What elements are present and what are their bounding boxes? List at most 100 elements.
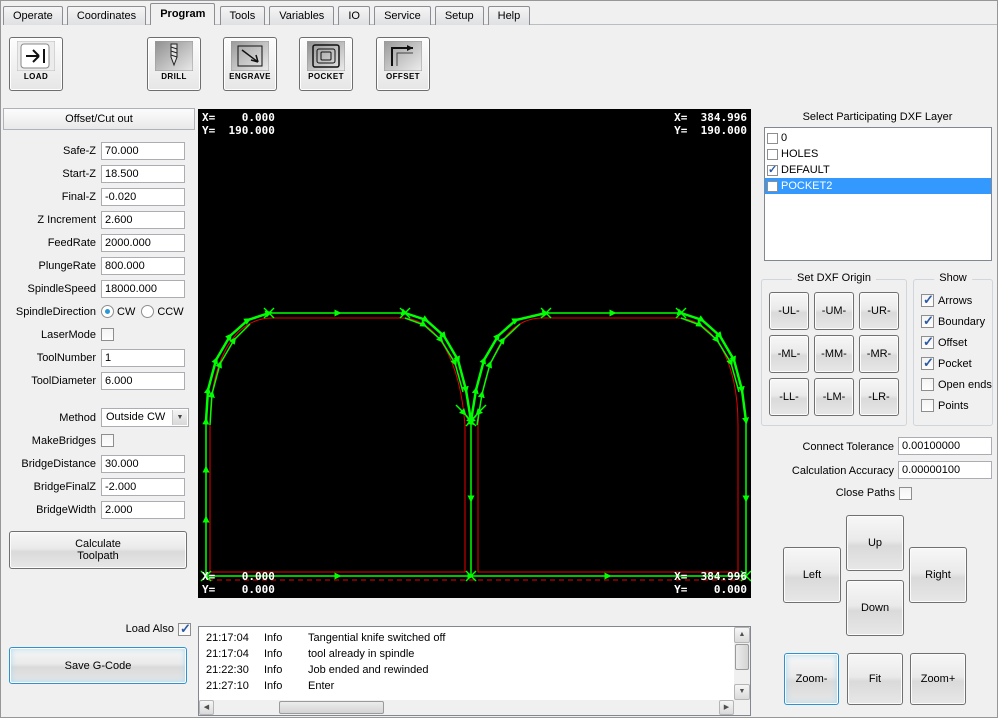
origin-mr-button[interactable]: -MR- [859, 335, 899, 373]
safe-z-label: Safe-Z [1, 145, 101, 157]
show-group-title: Show [934, 272, 972, 284]
bridgefinalz-row: BridgeFinalZ [1, 475, 197, 498]
layer-default-checkbox[interactable] [767, 165, 778, 176]
make-bridges-label: MakeBridges [1, 435, 101, 447]
laser-mode-row: LaserMode [1, 323, 197, 346]
scroll-right-icon[interactable]: ▶ [719, 700, 734, 715]
cw-radio[interactable] [101, 305, 114, 318]
show-arrows-checkbox[interactable] [921, 294, 934, 307]
horizontal-scroll-thumb[interactable] [279, 701, 384, 714]
z-increment-input[interactable] [101, 211, 185, 229]
bridgefinalz-input[interactable] [101, 478, 185, 496]
show-boundary-checkbox[interactable] [921, 315, 934, 328]
scroll-up-icon[interactable]: ▲ [734, 627, 750, 643]
tab-program[interactable]: Program [150, 3, 215, 25]
layer-row-default[interactable]: DEFAULT [765, 162, 991, 178]
plungerate-row: PlungeRate [1, 254, 197, 277]
preview-canvas[interactable]: X= 0.000Y= 190.000 X= 384.996Y= 190.000 … [198, 109, 751, 598]
layer-holes-checkbox[interactable] [767, 149, 778, 160]
laser-mode-checkbox[interactable] [101, 328, 114, 341]
start-z-input[interactable] [101, 165, 185, 183]
origin-um-button[interactable]: -UM- [814, 292, 854, 330]
origin-lr-button[interactable]: -LR- [859, 378, 899, 416]
plungerate-input[interactable] [101, 257, 185, 275]
origin-lm-button[interactable]: -LM- [814, 378, 854, 416]
tooldiameter-input[interactable] [101, 372, 185, 390]
scroll-left-icon[interactable]: ◀ [199, 700, 214, 715]
show-open-ends-row: Open ends [921, 374, 992, 395]
fit-button[interactable]: Fit [847, 653, 903, 705]
laser-mode-label: LaserMode [1, 329, 101, 341]
toolnumber-input[interactable] [101, 349, 185, 367]
tab-variables[interactable]: Variables [269, 6, 334, 25]
show-open-ends-checkbox[interactable] [921, 378, 934, 391]
origin-ml-button[interactable]: -ML- [769, 335, 809, 373]
offset-icon [384, 41, 422, 71]
pan-down-button[interactable]: Down [846, 580, 904, 636]
show-arrows-row: Arrows [921, 290, 992, 311]
vertical-scroll-thumb[interactable] [735, 644, 749, 670]
layer-row-pocket2[interactable]: POCKET2 [765, 178, 991, 194]
tab-help[interactable]: Help [488, 6, 531, 25]
tab-coordinates[interactable]: Coordinates [67, 6, 146, 25]
pan-left-button[interactable]: Left [783, 547, 841, 603]
log-message: Enter [308, 678, 733, 694]
drill-button[interactable]: DRILL [147, 37, 201, 91]
bridgefinalz-label: BridgeFinalZ [1, 481, 101, 493]
pan-right-button[interactable]: Right [909, 547, 967, 603]
origin-ul-button[interactable]: -UL- [769, 292, 809, 330]
origin-mm-button[interactable]: -MM- [814, 335, 854, 373]
engrave-button-label: ENGRAVE [229, 72, 271, 81]
chevron-down-icon[interactable]: ▼ [172, 410, 187, 425]
coord-top-right: X= 384.996Y= 190.000 [674, 111, 747, 137]
load-also-checkbox[interactable] [178, 623, 191, 636]
layer-row-holes[interactable]: HOLES [765, 146, 991, 162]
z-increment-label: Z Increment [1, 214, 101, 226]
tab-service[interactable]: Service [374, 6, 431, 25]
calculate-toolpath-button[interactable]: Calculate Toolpath [9, 531, 187, 569]
show-offset-checkbox[interactable] [921, 336, 934, 349]
zoom-in-button[interactable]: Zoom+ [910, 653, 966, 705]
origin-ur-button[interactable]: -UR- [859, 292, 899, 330]
zoom-out-button[interactable]: Zoom- [784, 653, 839, 705]
feedrate-input[interactable] [101, 234, 185, 252]
tab-setup[interactable]: Setup [435, 6, 484, 25]
engrave-button[interactable]: ENGRAVE [223, 37, 277, 91]
origin-ll-button[interactable]: -LL- [769, 378, 809, 416]
plungerate-label: PlungeRate [1, 260, 101, 272]
offset-button[interactable]: OFFSET [376, 37, 430, 91]
load-button[interactable]: LOAD [9, 37, 63, 91]
toolpath-svg [198, 109, 751, 598]
tab-io[interactable]: IO [338, 6, 370, 25]
safe-z-input[interactable] [101, 142, 185, 160]
pan-up-button[interactable]: Up [846, 515, 904, 571]
bridgedistance-input[interactable] [101, 455, 185, 473]
make-bridges-checkbox[interactable] [101, 434, 114, 447]
tab-operate[interactable]: Operate [3, 6, 63, 25]
log-time: 21:27:10 [206, 678, 264, 694]
close-paths-checkbox[interactable] [899, 487, 912, 500]
show-points-checkbox[interactable] [921, 399, 934, 412]
log-row: 21:17:04 Info tool already in spindle [206, 646, 733, 662]
spindlespeed-input[interactable] [101, 280, 185, 298]
layer-0-checkbox[interactable] [767, 133, 778, 144]
scroll-down-icon[interactable]: ▼ [734, 684, 750, 700]
dxf-layer-list[interactable]: 0 HOLES DEFAULT POCKET2 [764, 127, 992, 261]
calculation-accuracy-input[interactable] [898, 461, 992, 479]
log-row: 21:17:04 Info Tangential knife switched … [206, 630, 733, 646]
layer-pocket2-checkbox[interactable] [767, 181, 778, 192]
log-vertical-scrollbar[interactable]: ▲ ▼ [734, 627, 750, 700]
pocket-button[interactable]: POCKET [299, 37, 353, 91]
log-horizontal-scrollbar[interactable]: ◀ ▶ [199, 700, 734, 715]
ccw-radio[interactable] [141, 305, 154, 318]
save-gcode-button[interactable]: Save G-Code [9, 647, 187, 684]
bridgewidth-input[interactable] [101, 501, 185, 519]
bridgedistance-label: BridgeDistance [1, 458, 101, 470]
show-pocket-checkbox[interactable] [921, 357, 934, 370]
pocket-button-label: POCKET [308, 72, 344, 81]
connect-tolerance-input[interactable] [898, 437, 992, 455]
method-dropdown[interactable]: Outside CW ▼ [101, 408, 189, 427]
layer-row-0[interactable]: 0 [765, 130, 991, 146]
final-z-input[interactable] [101, 188, 185, 206]
tab-tools[interactable]: Tools [220, 6, 266, 25]
